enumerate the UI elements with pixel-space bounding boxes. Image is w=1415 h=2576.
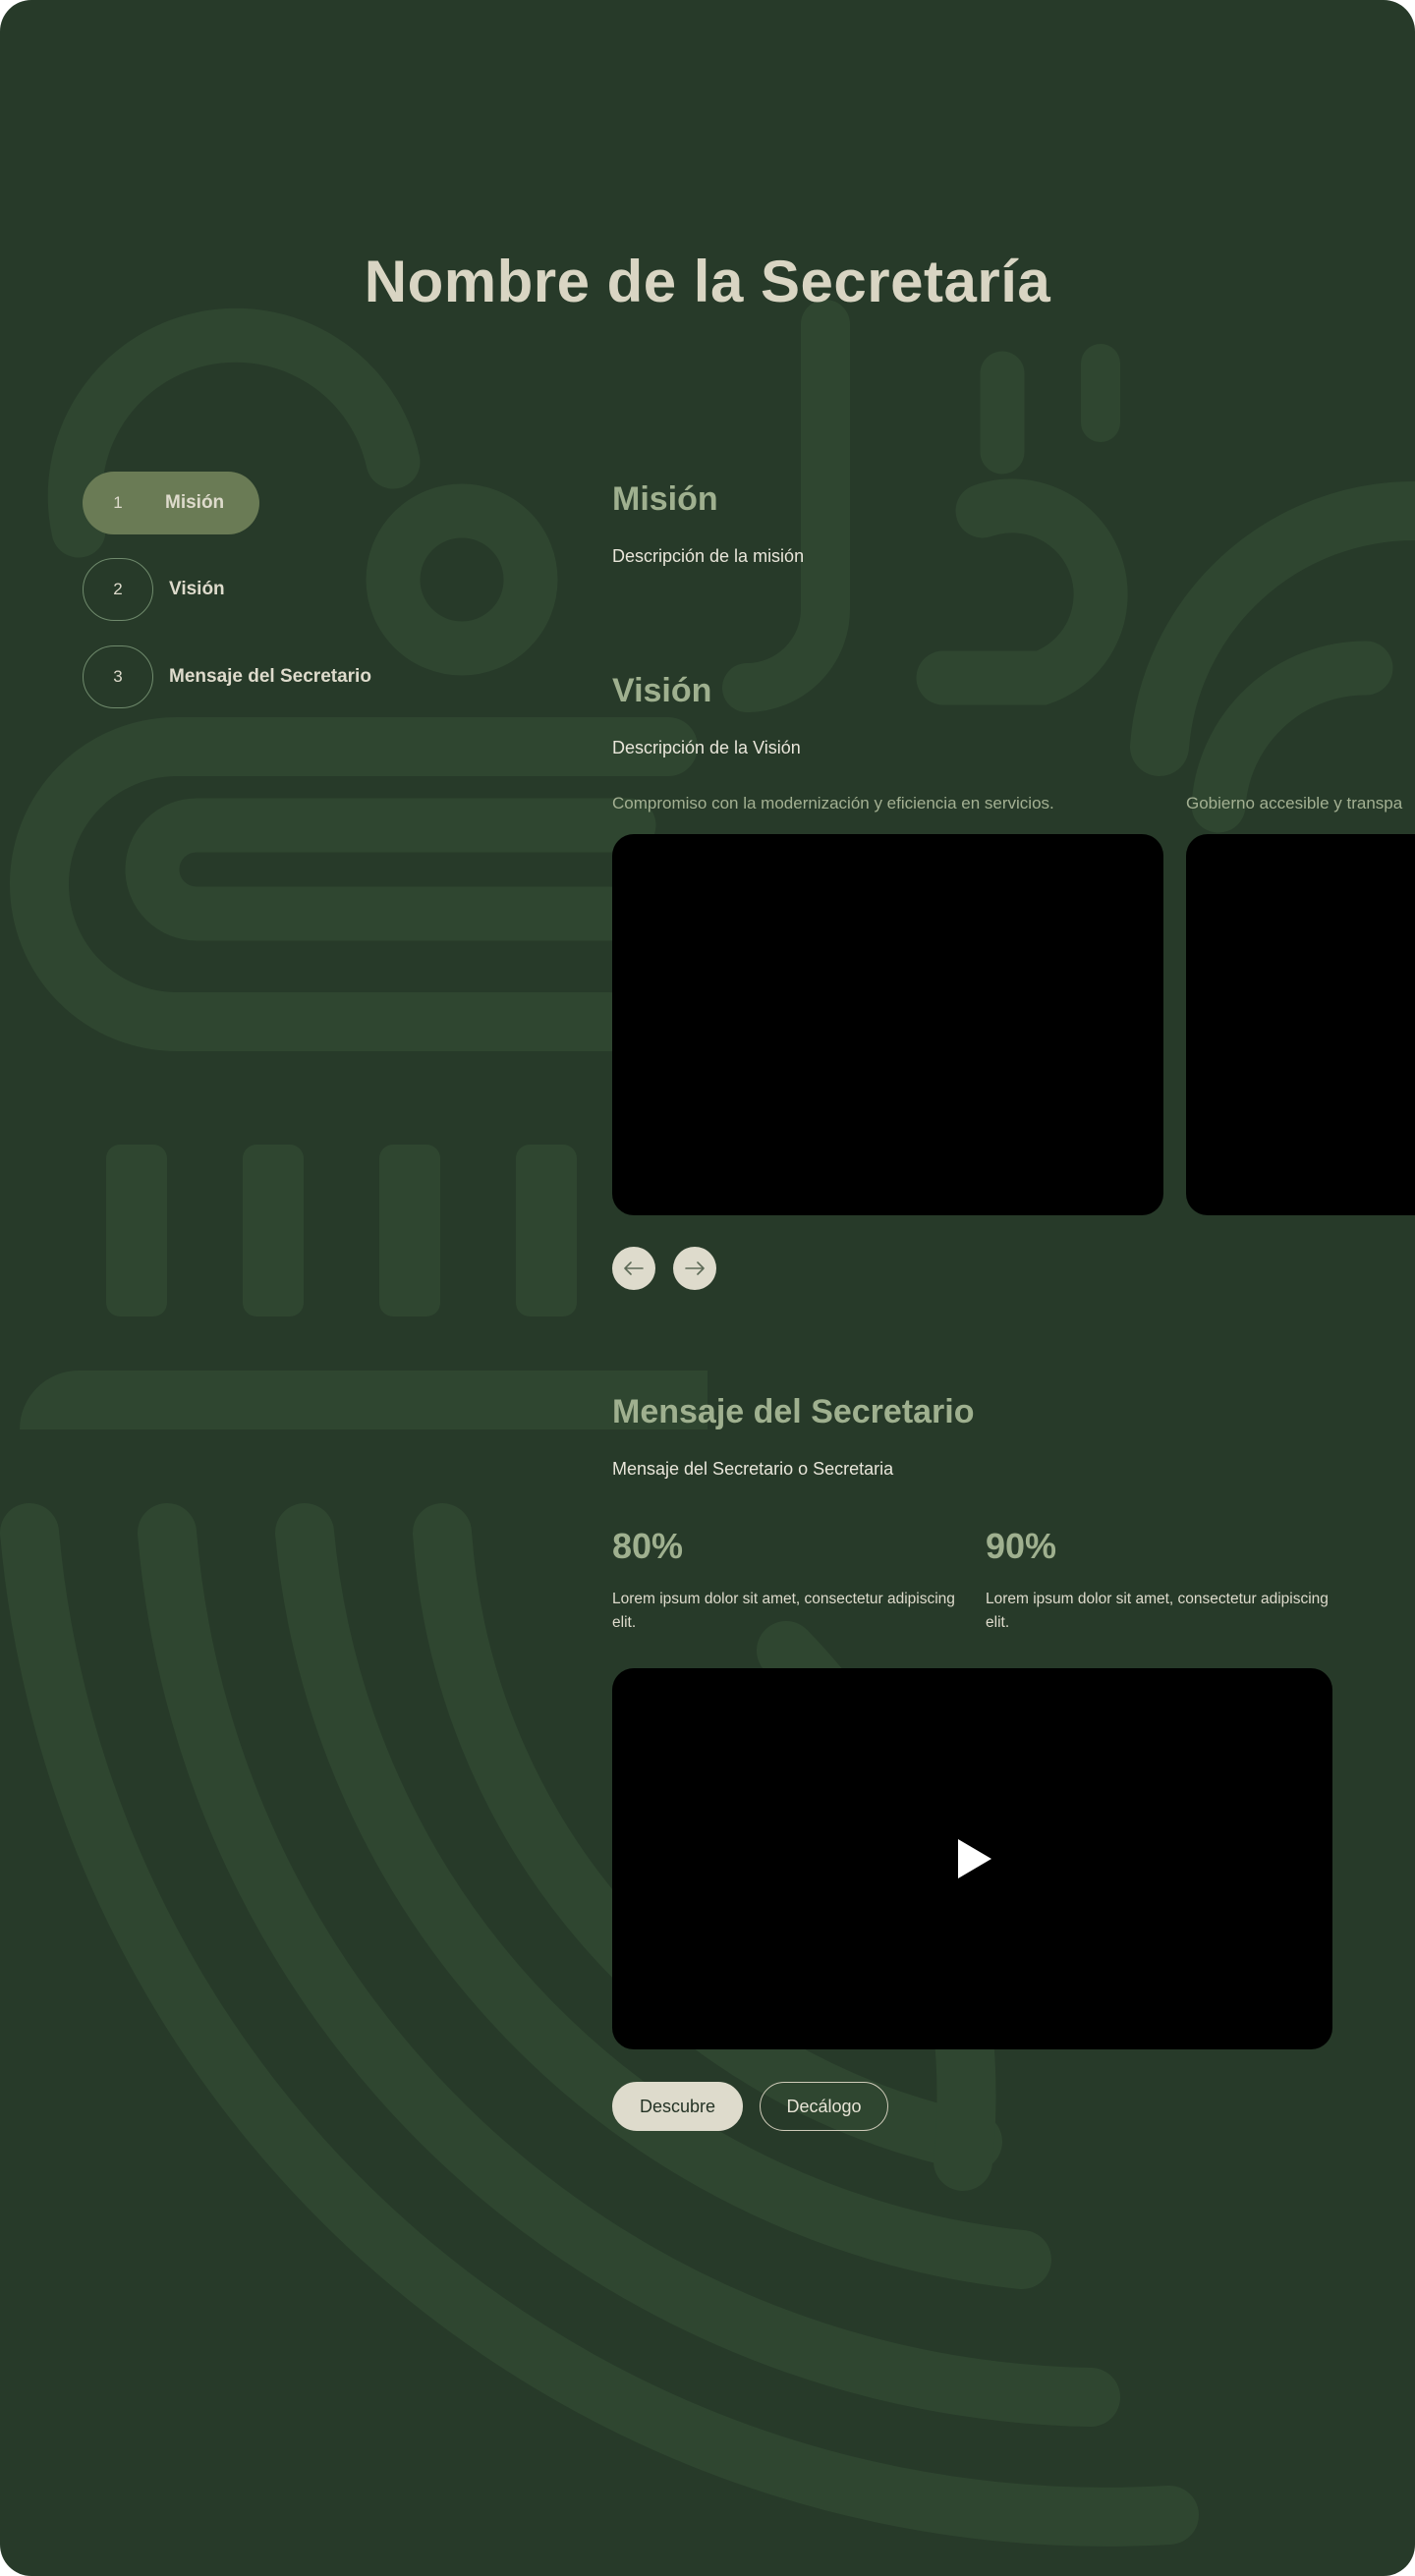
action-buttons: Descubre Decálogo: [612, 2082, 888, 2131]
slide-media: [1186, 834, 1415, 1215]
step-label: Visión: [169, 579, 225, 599]
stat-item: 90% Lorem ipsum dolor sit amet, consecte…: [986, 1526, 1359, 1635]
video-player[interactable]: [612, 1668, 1332, 2049]
section-stepper: 1 Misión 2 Visión 3 Mensaje del Secretar…: [83, 472, 371, 732]
mision-title: Misión: [612, 480, 718, 518]
page: Nombre de la Secretaría 1 Misión 2 Visió…: [0, 0, 1415, 2576]
carousel-prev-button[interactable]: [612, 1247, 655, 1290]
step-number: 1: [113, 493, 123, 512]
carousel-slide: Compromiso con la modernización y eficie…: [612, 794, 1163, 1215]
stat-description: Lorem ipsum dolor sit amet, consectetur …: [986, 1591, 1329, 1631]
mensaje-title: Mensaje del Secretario: [612, 1393, 975, 1430]
step-number: 2: [83, 558, 153, 621]
descubre-button[interactable]: Descubre: [612, 2082, 743, 2131]
step-mision[interactable]: 1 Misión: [83, 472, 259, 534]
step-label: Misión: [165, 492, 225, 513]
carousel-slide: Gobierno accesible y transpa: [1186, 794, 1415, 1215]
vision-title: Visión: [612, 672, 712, 709]
slide-media: [612, 834, 1163, 1215]
stat-item: 80% Lorem ipsum dolor sit amet, consecte…: [612, 1526, 986, 1635]
step-number: 3: [83, 645, 153, 708]
step-mensaje[interactable]: 3 Mensaje del Secretario: [83, 644, 371, 709]
slide-caption: Compromiso con la modernización y eficie…: [612, 794, 1054, 812]
carousel-nav: [612, 1247, 716, 1290]
step-label: Mensaje del Secretario: [169, 666, 371, 687]
vision-description: Descripción de la Visión: [612, 738, 801, 757]
page-title: Nombre de la Secretaría: [364, 249, 1051, 314]
carousel-next-button[interactable]: [673, 1247, 716, 1290]
stats: 80% Lorem ipsum dolor sit amet, consecte…: [612, 1526, 1359, 1635]
mision-description: Descripción de la misión: [612, 546, 805, 566]
mensaje-description: Mensaje del Secretario o Secretaria: [612, 1459, 894, 1479]
stat-description: Lorem ipsum dolor sit amet, consectetur …: [612, 1591, 955, 1631]
play-icon[interactable]: [954, 1837, 993, 1880]
stat-value: 80%: [612, 1526, 684, 1566]
slide-caption: Gobierno accesible y transpa: [1186, 794, 1403, 812]
arrow-left-icon: [624, 1261, 644, 1275]
step-vision[interactable]: 2 Visión: [83, 557, 371, 622]
arrow-right-icon: [685, 1261, 705, 1275]
vision-carousel: Compromiso con la modernización y eficie…: [612, 794, 1415, 1216]
decalogo-button[interactable]: Decálogo: [760, 2082, 888, 2131]
stat-value: 90%: [986, 1526, 1057, 1566]
